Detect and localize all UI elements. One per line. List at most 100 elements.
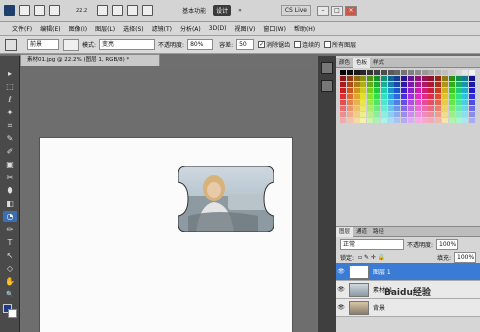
swatch[interactable] xyxy=(340,100,346,105)
menu-file[interactable]: 文件(F) xyxy=(12,24,32,33)
swatch[interactable] xyxy=(374,100,380,105)
swatch[interactable] xyxy=(435,82,442,87)
swatch[interactable] xyxy=(428,88,435,93)
swatch[interactable] xyxy=(367,112,374,117)
swatch[interactable] xyxy=(435,94,442,99)
swatch[interactable] xyxy=(469,70,476,75)
swatch[interactable] xyxy=(380,106,387,111)
workspace-more-chevron[interactable]: » xyxy=(235,6,245,15)
swatch[interactable] xyxy=(394,82,401,87)
hand-tool-icon[interactable]: ✋ xyxy=(3,276,17,287)
swatch[interactable] xyxy=(428,76,435,81)
swatch[interactable] xyxy=(387,100,394,105)
type-tool-icon[interactable]: T xyxy=(3,237,17,248)
fill-input[interactable]: 100% xyxy=(454,251,476,263)
swatch[interactable] xyxy=(353,70,360,75)
swatch[interactable] xyxy=(435,76,442,81)
maximize-button[interactable]: □ xyxy=(331,5,344,16)
swatch[interactable] xyxy=(380,100,387,105)
swatch[interactable] xyxy=(435,70,442,75)
minimize-button[interactable]: – xyxy=(317,5,330,16)
swatch[interactable] xyxy=(346,70,353,75)
swatch[interactable] xyxy=(374,112,380,117)
path-select-tool-icon[interactable]: ↖ xyxy=(3,250,17,261)
swatch[interactable] xyxy=(367,94,374,99)
dock-character-icon[interactable] xyxy=(321,80,333,92)
quick-select-tool-icon[interactable]: ✦ xyxy=(3,107,17,118)
swatch[interactable] xyxy=(394,106,401,111)
arrange-documents-icon[interactable] xyxy=(127,5,139,16)
tab-paths[interactable]: 路径 xyxy=(370,227,387,237)
swatch[interactable] xyxy=(360,88,367,93)
swatch[interactable] xyxy=(469,106,476,111)
swatch[interactable] xyxy=(401,76,408,81)
swatch[interactable] xyxy=(428,82,435,87)
swatch[interactable] xyxy=(387,118,394,123)
menu-select[interactable]: 选择(S) xyxy=(123,24,144,33)
swatch[interactable] xyxy=(401,106,408,111)
swatch[interactable] xyxy=(462,112,469,117)
visibility-eye-icon[interactable]: 👁 xyxy=(336,268,346,275)
zoom-level[interactable]: 22.2 xyxy=(76,8,87,14)
swatch[interactable] xyxy=(401,82,408,87)
swatch[interactable] xyxy=(340,106,346,111)
swatch[interactable] xyxy=(346,76,353,81)
swatch[interactable] xyxy=(374,76,380,81)
swatch[interactable] xyxy=(455,82,462,87)
minibridge-icon[interactable] xyxy=(34,5,45,16)
swatch[interactable] xyxy=(448,106,455,111)
swatch[interactable] xyxy=(340,118,346,123)
swatch[interactable] xyxy=(421,100,428,105)
swatch[interactable] xyxy=(408,106,414,111)
swatch[interactable] xyxy=(442,76,448,81)
antialias-checkbox[interactable]: ✓ xyxy=(258,41,266,48)
swatch[interactable] xyxy=(380,94,387,99)
swatch[interactable] xyxy=(401,70,408,75)
tolerance-input[interactable]: 50 xyxy=(236,39,255,50)
swatch[interactable] xyxy=(394,70,401,75)
swatch[interactable] xyxy=(353,100,360,105)
close-button[interactable]: × xyxy=(345,5,358,16)
rotate-view-icon[interactable] xyxy=(112,5,124,16)
bridge-icon[interactable] xyxy=(19,5,30,16)
swatch[interactable] xyxy=(394,94,401,99)
swatch[interactable] xyxy=(401,118,408,123)
swatch[interactable] xyxy=(380,112,387,117)
swatch[interactable] xyxy=(380,82,387,87)
swatch[interactable] xyxy=(421,76,428,81)
swatch[interactable] xyxy=(455,106,462,111)
swatch[interactable] xyxy=(360,112,367,117)
swatch[interactable] xyxy=(353,88,360,93)
swatch[interactable] xyxy=(469,94,476,99)
healing-tool-icon[interactable]: ✐ xyxy=(3,146,17,157)
swatch[interactable] xyxy=(448,118,455,123)
layer-photo-image[interactable] xyxy=(178,166,274,232)
swatch[interactable] xyxy=(469,82,476,87)
menu-3d[interactable]: 3D(D) xyxy=(209,25,227,32)
history-brush-tool-icon[interactable]: ⬮ xyxy=(3,185,17,196)
swatch[interactable] xyxy=(414,112,421,117)
screen-mode-icon[interactable] xyxy=(142,5,154,16)
swatch[interactable] xyxy=(360,106,367,111)
tab-styles[interactable]: 样式 xyxy=(370,58,387,68)
swatch[interactable] xyxy=(469,100,476,105)
swatch[interactable] xyxy=(414,76,421,81)
swatch[interactable] xyxy=(462,82,469,87)
tab-swatches[interactable]: 色板 xyxy=(353,57,371,68)
swatch[interactable] xyxy=(435,100,442,105)
menu-edit[interactable]: 编辑(E) xyxy=(40,24,60,33)
swatch[interactable] xyxy=(340,88,346,93)
swatch[interactable] xyxy=(414,88,421,93)
swatch[interactable] xyxy=(367,70,374,75)
swatch[interactable] xyxy=(428,70,435,75)
pattern-picker[interactable] xyxy=(63,38,79,51)
swatch[interactable] xyxy=(394,112,401,117)
swatch[interactable] xyxy=(414,94,421,99)
swatch[interactable] xyxy=(394,100,401,105)
swatch[interactable] xyxy=(448,70,455,75)
swatch[interactable] xyxy=(346,88,353,93)
swatch[interactable] xyxy=(448,88,455,93)
swatch[interactable] xyxy=(428,106,435,111)
swatch[interactable] xyxy=(340,76,346,81)
swatch[interactable] xyxy=(353,76,360,81)
